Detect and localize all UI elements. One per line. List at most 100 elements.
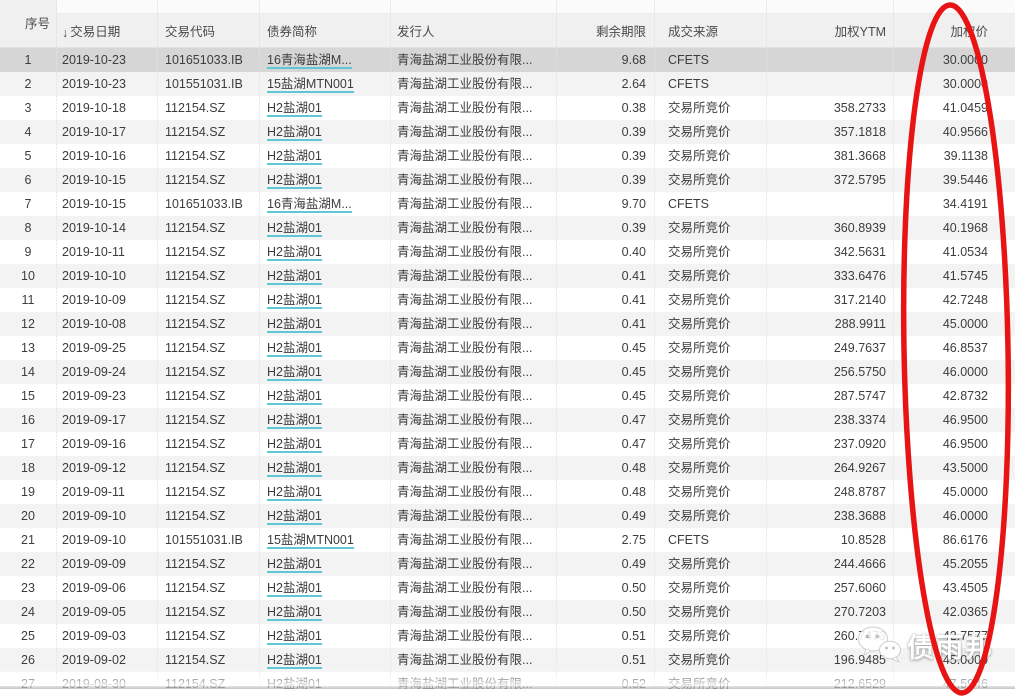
bond-name-link[interactable]: H2盐湖01 bbox=[267, 341, 322, 357]
cell-price: 41.0459 bbox=[894, 96, 1015, 120]
bond-name-link[interactable]: H2盐湖01 bbox=[267, 221, 322, 237]
cell-issuer: 青海盐湖工业股份有限... bbox=[391, 384, 557, 408]
bond-name-link[interactable]: 15盐湖MTN001 bbox=[267, 533, 354, 549]
header-cell-price[interactable]: 加权价 bbox=[894, 0, 1015, 47]
bond-name-link[interactable]: H2盐湖01 bbox=[267, 461, 322, 477]
table-row[interactable]: 232019-09-06112154.SZH2盐湖01青海盐湖工业股份有限...… bbox=[0, 576, 1015, 600]
bond-name-link[interactable]: H2盐湖01 bbox=[267, 293, 322, 309]
bond-name-link[interactable]: H2盐湖01 bbox=[267, 557, 322, 573]
cell-seq: 23 bbox=[0, 576, 57, 600]
cell-seq: 6 bbox=[0, 168, 57, 192]
table-row[interactable]: 172019-09-16112154.SZH2盐湖01青海盐湖工业股份有限...… bbox=[0, 432, 1015, 456]
bond-name-link[interactable]: H2盐湖01 bbox=[267, 389, 322, 405]
cell-date: 2019-09-24 bbox=[57, 360, 158, 384]
bond-name-link[interactable]: H2盐湖01 bbox=[267, 581, 322, 597]
table-row[interactable]: 42019-10-17112154.SZH2盐湖01青海盐湖工业股份有限...0… bbox=[0, 120, 1015, 144]
cell-source: 交易所竞价 bbox=[655, 600, 767, 624]
bond-name-link[interactable]: H2盐湖01 bbox=[267, 653, 322, 669]
cell-seq: 22 bbox=[0, 552, 57, 576]
cell-seq: 15 bbox=[0, 384, 57, 408]
cell-code: 112154.SZ bbox=[158, 624, 260, 648]
table-row[interactable]: 142019-09-24112154.SZH2盐湖01青海盐湖工业股份有限...… bbox=[0, 360, 1015, 384]
cell-price: 30.0000 bbox=[894, 72, 1015, 96]
cell-seq: 20 bbox=[0, 504, 57, 528]
bond-name-link[interactable]: H2盐湖01 bbox=[267, 365, 322, 381]
table-row[interactable]: 252019-09-03112154.SZH2盐湖01青海盐湖工业股份有限...… bbox=[0, 624, 1015, 648]
table-row[interactable]: 182019-09-12112154.SZH2盐湖01青海盐湖工业股份有限...… bbox=[0, 456, 1015, 480]
table-row[interactable]: 152019-09-23112154.SZH2盐湖01青海盐湖工业股份有限...… bbox=[0, 384, 1015, 408]
cell-name: 16青海盐湖M... bbox=[260, 192, 391, 216]
cell-issuer: 青海盐湖工业股份有限... bbox=[391, 288, 557, 312]
cell-price: 45.2055 bbox=[894, 552, 1015, 576]
table-row[interactable]: 52019-10-16112154.SZH2盐湖01青海盐湖工业股份有限...0… bbox=[0, 144, 1015, 168]
cell-term: 0.48 bbox=[557, 480, 655, 504]
cell-source: 交易所竞价 bbox=[655, 240, 767, 264]
cell-date: 2019-09-17 bbox=[57, 408, 158, 432]
header-cell-date[interactable]: ↓ 交易日期 bbox=[57, 0, 158, 47]
cell-source: CFETS bbox=[655, 48, 767, 72]
bond-name-link[interactable]: 16青海盐湖M... bbox=[267, 197, 352, 213]
cell-ytm: 196.9485 bbox=[767, 648, 894, 672]
table-row[interactable]: 122019-10-08112154.SZH2盐湖01青海盐湖工业股份有限...… bbox=[0, 312, 1015, 336]
header-cell-code[interactable]: 交易代码 bbox=[158, 0, 260, 47]
cell-ytm: 248.8787 bbox=[767, 480, 894, 504]
header-cell-term[interactable]: 剩余期限 bbox=[557, 0, 655, 47]
bond-name-link[interactable]: H2盐湖01 bbox=[267, 509, 322, 525]
header-cell-issuer[interactable]: 发行人 bbox=[391, 0, 557, 47]
table-row[interactable]: 62019-10-15112154.SZH2盐湖01青海盐湖工业股份有限...0… bbox=[0, 168, 1015, 192]
cell-seq: 24 bbox=[0, 600, 57, 624]
bond-name-link[interactable]: H2盐湖01 bbox=[267, 485, 322, 501]
cell-ytm: 357.1818 bbox=[767, 120, 894, 144]
table-row[interactable]: 262019-09-02112154.SZH2盐湖01青海盐湖工业股份有限...… bbox=[0, 648, 1015, 672]
table-row[interactable]: 32019-10-18112154.SZH2盐湖01青海盐湖工业股份有限...0… bbox=[0, 96, 1015, 120]
cell-term: 0.41 bbox=[557, 264, 655, 288]
cell-seq: 4 bbox=[0, 120, 57, 144]
bond-name-link[interactable]: H2盐湖01 bbox=[267, 605, 322, 621]
table-row[interactable]: 22019-10-23101551031.IB15盐湖MTN001青海盐湖工业股… bbox=[0, 72, 1015, 96]
table-row[interactable]: 202019-09-10112154.SZH2盐湖01青海盐湖工业股份有限...… bbox=[0, 504, 1015, 528]
bond-name-link[interactable]: H2盐湖01 bbox=[267, 173, 322, 189]
cell-source: 交易所竞价 bbox=[655, 144, 767, 168]
table-row[interactable]: 92019-10-11112154.SZH2盐湖01青海盐湖工业股份有限...0… bbox=[0, 240, 1015, 264]
bond-name-link[interactable]: H2盐湖01 bbox=[267, 125, 322, 141]
cell-seq: 1 bbox=[0, 48, 57, 72]
cell-code: 112154.SZ bbox=[158, 504, 260, 528]
table-header: 序号 ↓ 交易日期 交易代码 债券简称 发行人 剩余期限 成交来源 加权YTM … bbox=[0, 0, 1015, 48]
cell-name: H2盐湖01 bbox=[260, 96, 391, 120]
bond-name-link[interactable]: 16青海盐湖M... bbox=[267, 53, 352, 69]
cell-term: 2.64 bbox=[557, 72, 655, 96]
table-row[interactable]: 192019-09-11112154.SZH2盐湖01青海盐湖工业股份有限...… bbox=[0, 480, 1015, 504]
bond-name-link[interactable]: H2盐湖01 bbox=[267, 101, 322, 117]
table-row[interactable]: 82019-10-14112154.SZH2盐湖01青海盐湖工业股份有限...0… bbox=[0, 216, 1015, 240]
cell-date: 2019-10-15 bbox=[57, 168, 158, 192]
table-row[interactable]: 112019-10-09112154.SZH2盐湖01青海盐湖工业股份有限...… bbox=[0, 288, 1015, 312]
bond-name-link[interactable]: H2盐湖01 bbox=[267, 629, 322, 645]
table-row[interactable]: 212019-09-10101551031.IB15盐湖MTN001青海盐湖工业… bbox=[0, 528, 1015, 552]
cell-ytm bbox=[767, 192, 894, 216]
header-cell-source[interactable]: 成交来源 bbox=[655, 0, 767, 47]
header-cell-seq[interactable]: 序号 bbox=[0, 0, 57, 47]
header-cell-name[interactable]: 债券简称 bbox=[260, 0, 391, 47]
header-cell-ytm[interactable]: 加权YTM bbox=[767, 0, 894, 47]
bond-name-link[interactable]: H2盐湖01 bbox=[267, 413, 322, 429]
bond-name-link[interactable]: H2盐湖01 bbox=[267, 317, 322, 333]
cell-code: 112154.SZ bbox=[158, 552, 260, 576]
table-row[interactable]: 72019-10-15101651033.IB16青海盐湖M...青海盐湖工业股… bbox=[0, 192, 1015, 216]
table-row[interactable]: 102019-10-10112154.SZH2盐湖01青海盐湖工业股份有限...… bbox=[0, 264, 1015, 288]
bond-name-link[interactable]: H2盐湖01 bbox=[267, 149, 322, 165]
bond-name-link[interactable]: 15盐湖MTN001 bbox=[267, 77, 354, 93]
table-row[interactable]: 12019-10-23101651033.IB16青海盐湖M...青海盐湖工业股… bbox=[0, 48, 1015, 72]
bond-name-link[interactable]: H2盐湖01 bbox=[267, 269, 322, 285]
cell-ytm: 333.6476 bbox=[767, 264, 894, 288]
cell-name: 15盐湖MTN001 bbox=[260, 72, 391, 96]
cell-source: 交易所竞价 bbox=[655, 432, 767, 456]
cell-term: 9.68 bbox=[557, 48, 655, 72]
bond-name-link[interactable]: H2盐湖01 bbox=[267, 437, 322, 453]
bottom-mask bbox=[0, 689, 1015, 698]
table-row[interactable]: 222019-09-09112154.SZH2盐湖01青海盐湖工业股份有限...… bbox=[0, 552, 1015, 576]
table-row[interactable]: 132019-09-25112154.SZH2盐湖01青海盐湖工业股份有限...… bbox=[0, 336, 1015, 360]
table-row[interactable]: 242019-09-05112154.SZH2盐湖01青海盐湖工业股份有限...… bbox=[0, 600, 1015, 624]
table-row[interactable]: 162019-09-17112154.SZH2盐湖01青海盐湖工业股份有限...… bbox=[0, 408, 1015, 432]
bond-name-link[interactable]: H2盐湖01 bbox=[267, 245, 322, 261]
cell-name: H2盐湖01 bbox=[260, 480, 391, 504]
